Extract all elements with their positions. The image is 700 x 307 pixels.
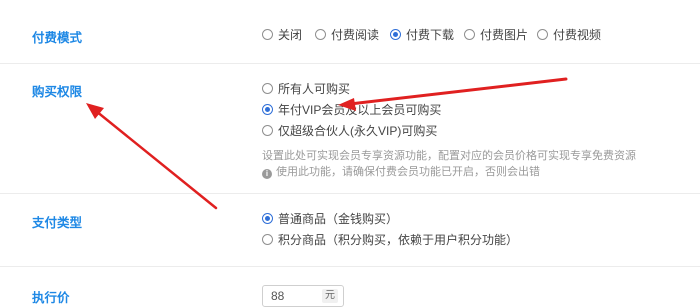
radio-label: 普通商品（金钱购买） <box>278 212 399 226</box>
radio-icon <box>262 234 273 245</box>
radio-label: 付费视频 <box>553 28 602 42</box>
radio-icon <box>464 29 475 40</box>
pay-mode-option-paid-download[interactable]: 付费下载 <box>390 26 454 43</box>
radio-icon <box>537 29 548 40</box>
permission-help-text: 设置此处可实现会员专享资源功能，配置对应的会员价格可实现专享免费资源 <box>262 150 636 162</box>
permission-option-everyone[interactable]: 所有人可购买 <box>262 80 350 97</box>
radio-icon <box>262 125 273 136</box>
radio-selected-icon <box>262 104 273 115</box>
radio-label: 仅超级合伙人(永久VIP)可购买 <box>278 124 438 138</box>
permission-option-annual-vip[interactable]: 年付VIP会员及以上会员可购买 <box>262 101 441 118</box>
radio-label: 所有人可购买 <box>278 82 351 96</box>
radio-icon <box>262 83 273 94</box>
purchase-permission-label: 购买权限 <box>32 85 83 99</box>
pay-mode-option-paid-image[interactable]: 付费图片 <box>464 26 528 43</box>
divider <box>0 193 700 194</box>
currency-unit: 元 <box>322 289 338 303</box>
permission-option-super-partner[interactable]: 仅超级合伙人(永久VIP)可购买 <box>262 122 437 139</box>
radio-label: 关闭 <box>278 28 303 42</box>
payment-type-label: 支付类型 <box>32 216 83 230</box>
payment-option-points[interactable]: 积分商品（积分购买，依赖于用户积分功能） <box>262 231 518 248</box>
execution-price-value: 88 <box>271 289 285 303</box>
radio-label: 付费下载 <box>406 28 455 42</box>
permission-warning-text: 使用此功能，请确保付费会员功能已开启，否则会出错 <box>276 166 540 178</box>
radio-label: 积分商品（积分购买，依赖于用户积分功能） <box>278 233 519 247</box>
payment-option-money[interactable]: 普通商品（金钱购买） <box>262 210 398 227</box>
radio-label: 付费图片 <box>480 28 529 42</box>
pay-mode-label: 付费模式 <box>32 31 83 45</box>
execution-price-input[interactable]: 88 元 <box>262 285 344 307</box>
radio-selected-icon <box>262 213 273 224</box>
pay-mode-option-paid-video[interactable]: 付费视频 <box>537 26 601 43</box>
execution-price-label: 执行价 <box>32 291 70 305</box>
permission-warning: i 使用此功能，请确保付费会员功能已开启，否则会出错 <box>262 163 540 179</box>
pay-mode-option-paid-read[interactable]: 付费阅读 <box>315 26 379 43</box>
info-circle-icon: i <box>262 169 272 179</box>
radio-icon <box>315 29 326 40</box>
divider <box>0 63 700 64</box>
divider <box>0 266 700 267</box>
radio-label: 年付VIP会员及以上会员可购买 <box>278 103 442 117</box>
radio-icon <box>262 29 273 40</box>
pay-mode-option-off[interactable]: 关闭 <box>262 26 302 43</box>
radio-label: 付费阅读 <box>331 28 380 42</box>
radio-selected-icon <box>390 29 401 40</box>
